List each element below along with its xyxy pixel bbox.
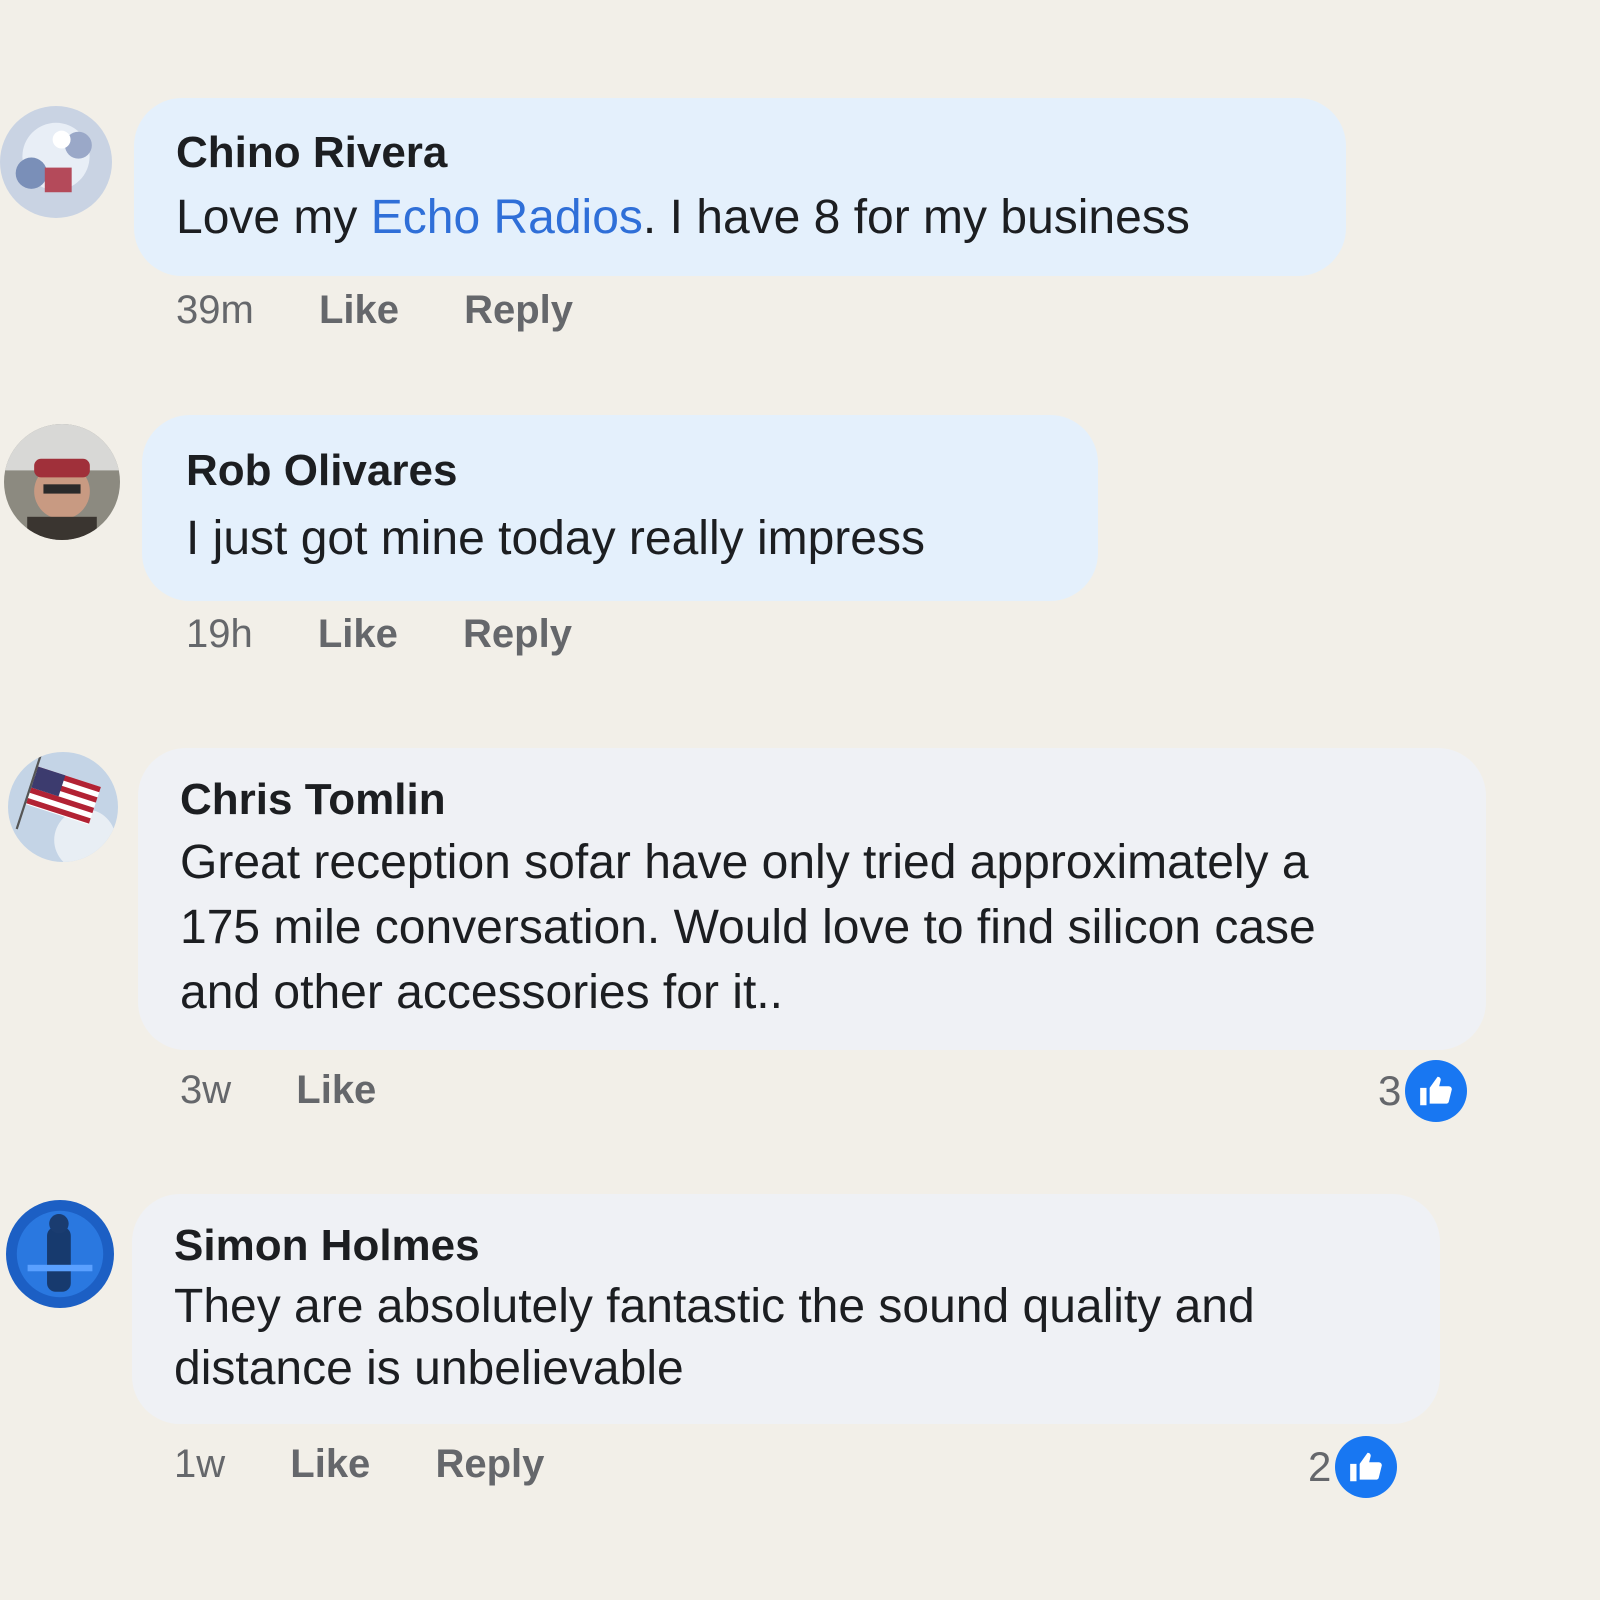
thumbs-up-icon	[1335, 1436, 1398, 1498]
reaction-summary[interactable]: 2	[1308, 1436, 1398, 1498]
comment-text-line: and other accessories for it..	[180, 966, 783, 1019]
avatar[interactable]	[4, 424, 120, 540]
comment-author[interactable]: Chino Rivera	[176, 128, 447, 178]
like-button[interactable]: Like	[296, 1068, 376, 1112]
reaction-summary[interactable]: 3	[1378, 1060, 1468, 1122]
reply-button[interactable]: Reply	[435, 1442, 544, 1486]
avatar[interactable]	[0, 106, 112, 218]
like-button[interactable]: Like	[290, 1442, 370, 1486]
reaction-count: 2	[1308, 1443, 1332, 1490]
comment-author[interactable]: Chris Tomlin	[180, 775, 446, 825]
reply-button[interactable]: Reply	[464, 288, 573, 332]
mention-link[interactable]: Echo Radios	[371, 191, 643, 244]
comment-actions: 39m Like Reply	[176, 288, 573, 333]
like-button[interactable]: Like	[319, 288, 399, 332]
comment-text: Love my Echo Radios. I have 8 for my bus…	[176, 191, 1190, 244]
thumbs-up-icon	[1405, 1060, 1468, 1122]
reply-button[interactable]: Reply	[463, 612, 572, 656]
comment-actions: 19h Like Reply	[186, 612, 572, 657]
comment-time[interactable]: 3w	[180, 1068, 231, 1112]
comment-author[interactable]: Rob Olivares	[186, 446, 457, 496]
reaction-count: 3	[1378, 1067, 1402, 1114]
avatar[interactable]	[8, 752, 118, 862]
comment-time[interactable]: 39m	[176, 288, 254, 332]
avatar[interactable]	[6, 1200, 114, 1308]
comment-author[interactable]: Simon Holmes	[174, 1221, 480, 1271]
comment-actions: 1w Like Reply	[174, 1442, 544, 1487]
comment-text-line: Great reception sofar have only tried ap…	[180, 836, 1309, 889]
comment-text-line: 175 mile conversation. Would love to fin…	[180, 901, 1316, 954]
comment-text-line: They are absolutely fantastic the sound …	[174, 1280, 1255, 1333]
comment-time[interactable]: 19h	[186, 612, 253, 656]
comment-text-line: distance is unbelievable	[174, 1342, 684, 1395]
comment-time[interactable]: 1w	[174, 1442, 225, 1486]
like-button[interactable]: Like	[318, 612, 398, 656]
comment-text: I just got mine today really impress	[186, 512, 925, 565]
comment-actions: 3w Like	[180, 1068, 376, 1113]
